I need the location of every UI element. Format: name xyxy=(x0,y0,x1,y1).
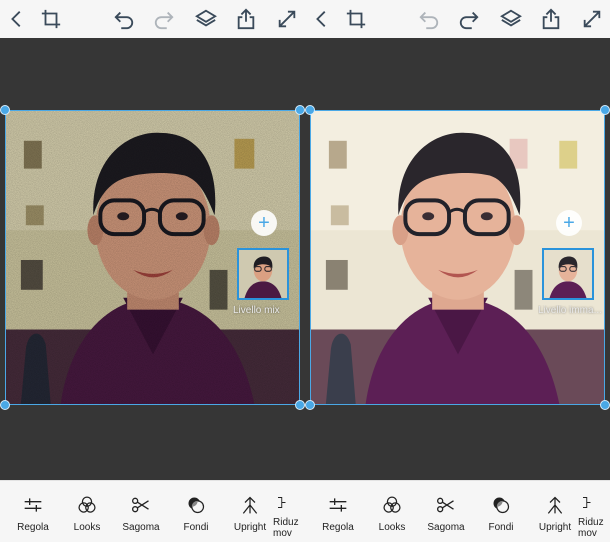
sliders-icon xyxy=(24,498,42,512)
tool-label: Regola xyxy=(17,522,49,533)
tool-label: Looks xyxy=(378,522,406,533)
add-layer-button[interactable]: + xyxy=(251,210,277,236)
undo-button[interactable] xyxy=(111,6,137,32)
tool-label: Looks xyxy=(73,522,101,533)
layer-name: Livello imma... xyxy=(538,305,602,316)
resize-handle-top-right[interactable] xyxy=(600,105,610,115)
tool-regola[interactable]: Regola xyxy=(5,495,61,539)
crop-button[interactable] xyxy=(38,6,64,32)
back-icon xyxy=(11,11,21,27)
tool-looks[interactable]: Looks xyxy=(59,495,115,539)
plus-icon: + xyxy=(258,212,270,234)
crop-icon xyxy=(41,9,61,29)
add-layer-button[interactable]: + xyxy=(556,210,582,236)
undo-button[interactable] xyxy=(416,6,442,32)
layer-thumbnail[interactable] xyxy=(237,248,289,300)
layers-icon xyxy=(195,9,217,27)
crop-button[interactable] xyxy=(343,6,369,32)
plus-icon: + xyxy=(563,212,575,234)
shake-reduction-icon xyxy=(278,497,286,508)
undo-icon xyxy=(419,11,439,30)
editor-pane-right: + Livello imma... Regola Looks Sagoma Fo… xyxy=(305,0,610,542)
bottom-toolbar: Regola Looks Sagoma Fondi Upright Riduz … xyxy=(305,480,610,542)
tool-regola[interactable]: Regola xyxy=(310,495,366,539)
fullscreen-button[interactable] xyxy=(274,6,300,32)
blend-icon xyxy=(493,497,510,514)
redo-button[interactable] xyxy=(456,6,482,32)
layers-icon xyxy=(500,9,522,27)
blend-icon xyxy=(188,497,205,514)
tool-upright[interactable]: Upright xyxy=(222,495,278,539)
tool-looks[interactable]: Looks xyxy=(364,495,420,539)
sliders-icon xyxy=(329,498,347,512)
fullscreen-icon xyxy=(278,10,296,28)
fullscreen-icon xyxy=(583,10,601,28)
tool-sagoma[interactable]: Sagoma xyxy=(113,495,169,539)
redo-icon xyxy=(459,11,479,30)
layers-button[interactable] xyxy=(193,6,219,32)
tool-label: Fondi xyxy=(183,522,209,533)
looks-icon xyxy=(78,496,96,513)
tool-label: Riduz mov xyxy=(578,517,604,539)
redo-icon xyxy=(154,11,174,30)
share-icon xyxy=(542,8,560,30)
top-toolbar xyxy=(0,0,305,38)
layers-button[interactable] xyxy=(498,6,524,32)
tool-label: Upright xyxy=(233,522,267,533)
layer-name: Livello mix xyxy=(233,305,280,316)
tool-label: Sagoma xyxy=(122,522,160,533)
resize-handle-top-left[interactable] xyxy=(0,105,10,115)
back-icon xyxy=(316,11,326,27)
tool-label: Upright xyxy=(538,522,572,533)
resize-handle-top-left[interactable] xyxy=(305,105,315,115)
tool-label: Riduz mov xyxy=(273,517,299,539)
fullscreen-button[interactable] xyxy=(579,6,605,32)
tool-riduzione-mosso[interactable]: Riduz mov xyxy=(273,495,305,539)
layer-thumbnail[interactable] xyxy=(542,248,594,300)
tool-upright[interactable]: Upright xyxy=(527,495,583,539)
tool-riduzione-mosso[interactable]: Riduz mov xyxy=(578,495,610,539)
back-button[interactable] xyxy=(309,6,335,32)
layer-thumbnail-image xyxy=(239,250,287,298)
crop-icon xyxy=(346,9,366,29)
scissors-icon xyxy=(132,497,149,513)
resize-handle-bottom-left[interactable] xyxy=(305,400,315,410)
scissors-icon xyxy=(437,497,454,513)
editor-pane-left: + Livello mix Regola Looks Sagoma Fondi … xyxy=(0,0,305,542)
top-toolbar xyxy=(305,0,610,38)
upright-icon xyxy=(242,496,258,514)
share-button[interactable] xyxy=(233,6,259,32)
resize-handle-bottom-right[interactable] xyxy=(295,400,305,410)
resize-handle-bottom-right[interactable] xyxy=(600,400,610,410)
bottom-toolbar: Regola Looks Sagoma Fondi Upright Riduz … xyxy=(0,480,305,542)
resize-handle-top-right[interactable] xyxy=(295,105,305,115)
share-button[interactable] xyxy=(538,6,564,32)
tool-label: Fondi xyxy=(488,522,514,533)
shake-reduction-icon xyxy=(583,497,591,508)
tool-label: Sagoma xyxy=(427,522,465,533)
layer-thumbnail-image xyxy=(544,250,592,298)
share-icon xyxy=(237,8,255,30)
tool-fondi[interactable]: Fondi xyxy=(168,495,224,539)
app-root: + Livello mix Regola Looks Sagoma Fondi … xyxy=(0,0,610,542)
looks-icon xyxy=(383,496,401,513)
resize-handle-bottom-left[interactable] xyxy=(0,400,10,410)
redo-button[interactable] xyxy=(151,6,177,32)
back-button[interactable] xyxy=(4,6,30,32)
tool-sagoma[interactable]: Sagoma xyxy=(418,495,474,539)
undo-icon xyxy=(114,11,134,30)
upright-icon xyxy=(547,496,563,514)
tool-label: Regola xyxy=(322,522,354,533)
tool-fondi[interactable]: Fondi xyxy=(473,495,529,539)
